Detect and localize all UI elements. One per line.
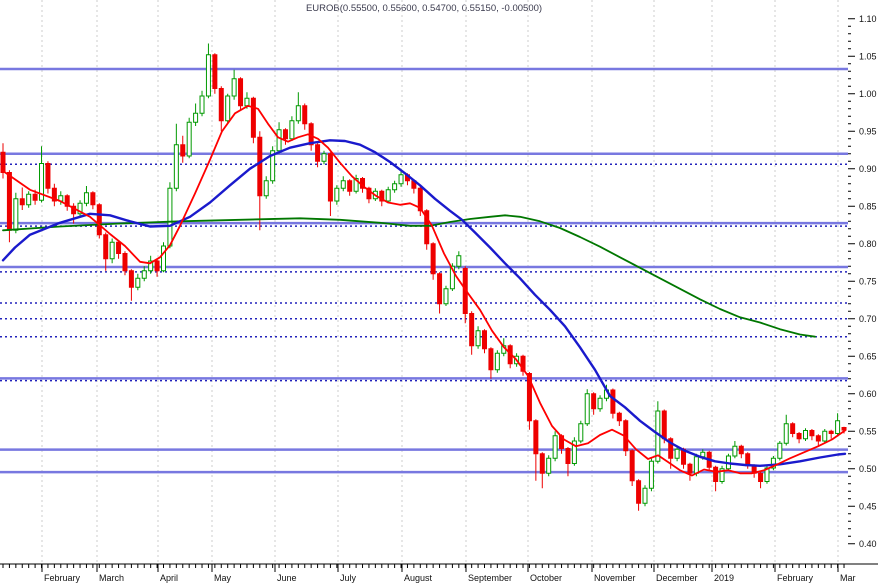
x-axis-month-label: December	[656, 573, 698, 583]
y-axis: 1.10 1.05 1.00 0.95 0.90 0.85 0.80 0.75 0.70 0.65…	[848, 14, 877, 549]
y-axis-price-label: 0.85	[859, 201, 877, 211]
y-axis-price-label: 0.45	[859, 501, 877, 511]
x-axis-month-label: September	[468, 573, 512, 583]
x-axis-month-label: February	[44, 573, 81, 583]
x-axis-month-label: August	[404, 573, 433, 583]
x-axis-month-label: 2019	[714, 573, 734, 583]
x-axis-month-label: June	[277, 573, 297, 583]
slow-ma	[2, 214, 816, 338]
y-axis-price-label: 0.70	[859, 314, 877, 324]
medium-ma	[1, 139, 847, 467]
y-axis-price-label: 0.65	[859, 351, 877, 361]
fast-ma	[2, 104, 846, 477]
y-axis-price-label: 0.80	[859, 239, 877, 249]
price-chart-svg[interactable]: February March April May June July August Septe…	[0, 0, 878, 584]
x-axis-month-label: March	[99, 573, 124, 583]
y-axis-price-label: 0.60	[859, 389, 877, 399]
x-axis-month-label: July	[340, 573, 357, 583]
x-axis-month-label: April	[160, 573, 178, 583]
x-axis-month-label: Mar	[840, 573, 856, 583]
chart-window: EUROB(0.55500, 0.55600, 0.54700, 0.55150…	[0, 0, 878, 584]
x-axis: February March April May June July August Septe…	[0, 563, 878, 583]
y-axis-price-label: 0.90	[859, 164, 877, 174]
x-axis-month-label: May	[214, 573, 232, 583]
x-axis-month-label: November	[594, 573, 636, 583]
y-axis-price-label: 1.05	[859, 51, 877, 61]
y-axis-price-label: 0.75	[859, 276, 877, 286]
y-axis-price-label: 0.50	[859, 464, 877, 474]
y-axis-price-label: 0.55	[859, 426, 877, 436]
x-axis-month-label: October	[530, 573, 562, 583]
x-axis-month-label: February	[777, 573, 814, 583]
y-axis-price-label: 1.00	[859, 89, 877, 99]
y-axis-price-label: 0.95	[859, 126, 877, 136]
candlestick-series	[0, 43, 847, 511]
y-axis-price-label: 1.10	[859, 14, 877, 24]
dotted-level-lines	[0, 163, 848, 382]
y-axis-price-label: 0.40	[859, 539, 877, 549]
